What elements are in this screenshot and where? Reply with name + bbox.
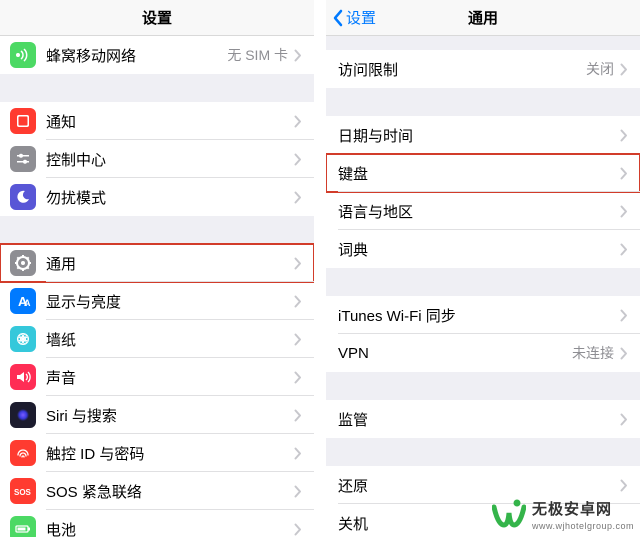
row-label: 触控 ID 与密码: [46, 443, 294, 464]
row-sos[interactable]: SOS SOS 紧急联络: [0, 472, 314, 510]
row-battery[interactable]: 电池: [0, 510, 314, 537]
row-label: 通知: [46, 111, 294, 132]
chevron-right-icon: [620, 347, 628, 360]
display-icon: AA: [10, 288, 36, 314]
row-touchid[interactable]: 触控 ID 与密码: [0, 434, 314, 472]
row-label: 声音: [46, 367, 294, 388]
row-label: 墙纸: [46, 329, 294, 350]
general-icon: [10, 250, 36, 276]
chevron-right-icon: [294, 409, 302, 422]
svg-text:A: A: [24, 298, 31, 308]
chevron-right-icon: [620, 205, 628, 218]
row-dnd[interactable]: 勿扰模式: [0, 178, 314, 216]
chevron-right-icon: [294, 49, 302, 62]
chevron-left-icon: [332, 9, 344, 27]
settings-root-pane: 设置 蜂窝移动网络无 SIM 卡通知控制中心勿扰模式通用 AA 显示与亮度墙纸声音 S…: [0, 0, 314, 537]
page-title: 设置: [142, 7, 172, 28]
chevron-right-icon: [620, 167, 628, 180]
row-wallpaper[interactable]: 墙纸: [0, 320, 314, 358]
row-label: 键盘: [338, 163, 620, 184]
chevron-right-icon: [294, 153, 302, 166]
row-label: 日期与时间: [338, 125, 620, 146]
row-cellular[interactable]: 蜂窝移动网络无 SIM 卡: [0, 36, 314, 74]
chevron-right-icon: [294, 333, 302, 346]
row-detail: 无 SIM 卡: [227, 45, 288, 65]
control-center-icon: [10, 146, 36, 172]
chevron-right-icon: [294, 485, 302, 498]
chevron-right-icon: [620, 479, 628, 492]
row-keyboard[interactable]: 键盘: [326, 154, 640, 192]
sos-icon: SOS: [10, 478, 36, 504]
watermark-text: 无极安卓网: [532, 498, 612, 519]
chevron-right-icon: [620, 309, 628, 322]
siri-icon: [10, 402, 36, 428]
back-button[interactable]: 设置: [332, 7, 376, 28]
watermark-logo-icon: [492, 497, 526, 531]
sounds-icon: [10, 364, 36, 390]
row-detail: 关闭: [586, 59, 614, 79]
row-label: 还原: [338, 475, 620, 496]
row-detail: 未连接: [572, 343, 614, 363]
settings-list[interactable]: 蜂窝移动网络无 SIM 卡通知控制中心勿扰模式通用 AA 显示与亮度墙纸声音 Siri…: [0, 36, 314, 537]
row-label: 蜂窝移动网络: [46, 45, 227, 66]
row-siri[interactable]: Siri 与搜索: [0, 396, 314, 434]
page-title: 通用: [468, 7, 498, 28]
chevron-right-icon: [620, 63, 628, 76]
navbar-right: 设置 通用: [326, 0, 640, 36]
row-control-center[interactable]: 控制中心: [0, 140, 314, 178]
cellular-icon: [10, 42, 36, 68]
row-label: VPN: [338, 345, 572, 362]
row-label: SOS 紧急联络: [46, 481, 294, 502]
row-label: 勿扰模式: [46, 187, 294, 208]
row-language[interactable]: 语言与地区: [326, 192, 640, 230]
row-label: 监管: [338, 409, 620, 430]
chevron-right-icon: [620, 243, 628, 256]
row-label: Siri 与搜索: [46, 405, 294, 426]
row-general[interactable]: 通用: [0, 244, 314, 282]
row-label: 词典: [338, 239, 620, 260]
chevron-right-icon: [620, 129, 628, 142]
navbar-left: 设置: [0, 0, 314, 36]
row-itunes-wifi[interactable]: iTunes Wi-Fi 同步: [326, 296, 640, 334]
row-restrictions[interactable]: 访问限制关闭: [326, 50, 640, 88]
wallpaper-icon: [10, 326, 36, 352]
row-dictionary[interactable]: 词典: [326, 230, 640, 268]
row-vpn[interactable]: VPN未连接: [326, 334, 640, 372]
svg-text:SOS: SOS: [14, 488, 32, 497]
watermark-url: www.wjhotelgroup.com: [532, 521, 634, 531]
row-notifications[interactable]: 通知: [0, 102, 314, 140]
chevron-right-icon: [294, 115, 302, 128]
chevron-right-icon: [620, 413, 628, 426]
row-label: iTunes Wi-Fi 同步: [338, 305, 620, 326]
chevron-right-icon: [294, 371, 302, 384]
back-label: 设置: [346, 7, 376, 28]
dnd-icon: [10, 184, 36, 210]
row-label: 语言与地区: [338, 201, 620, 222]
touchid-icon: [10, 440, 36, 466]
row-label: 控制中心: [46, 149, 294, 170]
row-label: 通用: [46, 253, 294, 274]
row-sounds[interactable]: 声音: [0, 358, 314, 396]
row-regulatory[interactable]: 监管: [326, 400, 640, 438]
chevron-right-icon: [294, 523, 302, 536]
row-display[interactable]: AA 显示与亮度: [0, 282, 314, 320]
row-label: 访问限制: [338, 59, 586, 80]
notifications-icon: [10, 108, 36, 134]
chevron-right-icon: [294, 191, 302, 204]
chevron-right-icon: [294, 447, 302, 460]
battery-icon: [10, 516, 36, 537]
chevron-right-icon: [294, 295, 302, 308]
chevron-right-icon: [294, 257, 302, 270]
watermark: 无极安卓网 www.wjhotelgroup.com: [492, 497, 634, 531]
row-datetime[interactable]: 日期与时间: [326, 116, 640, 154]
row-label: 显示与亮度: [46, 291, 294, 312]
row-label: 电池: [46, 519, 294, 537]
general-list[interactable]: 访问限制关闭日期与时间键盘语言与地区词典 iTunes Wi-Fi 同步 VPN未连…: [326, 36, 640, 537]
general-pane: 设置 通用 访问限制关闭日期与时间键盘语言与地区词典 iTunes Wi-Fi 同…: [326, 0, 640, 537]
